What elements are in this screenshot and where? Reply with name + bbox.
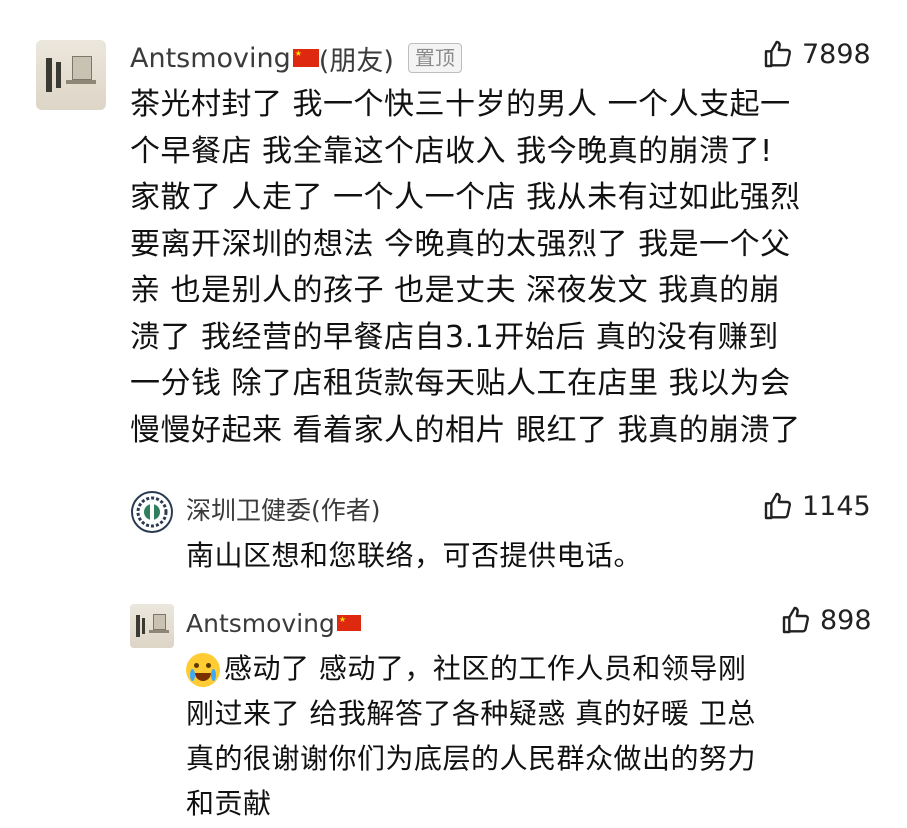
pinned-badge: 置顶 [407,43,462,73]
text-line: 茶光村封了 我一个快三十岁的男人 一个人支起一 [130,87,791,122]
like-count: 898 [820,604,872,636]
text-line: 南山区想和您联络，可否提供电话。 [186,539,643,572]
text-line: 个早餐店 我全靠这个店收入 我今晚真的崩溃了! [130,133,773,169]
text-line: 溃了 我经营的早餐店自3.1开始后 真的没有赚到 [130,319,779,355]
china-flag-icon [292,49,319,67]
text-line: 慢慢好起来 看着家人的相片 眼红了 我真的崩溃了 [130,412,801,448]
china-flag-icon [336,615,361,631]
username[interactable]: Antsmoving [130,43,291,74]
like-button[interactable]: 1145 [762,486,871,526]
like-button[interactable]: 898 [780,600,872,640]
username[interactable]: 深圳卫健委(作者) [186,491,381,527]
thumbs-up-icon [764,492,792,520]
text-line: 家散了 人走了 一个人一个店 我从未有过如此强烈 [130,180,801,215]
comment-header: 深圳卫健委(作者) [186,490,381,528]
text-line: 感动了 感动了，社区的工作人员和领导刚 [186,646,756,691]
comment-text: 南山区想和您联络，可否提供电话。 [186,534,642,578]
text-line: 刚过来了 给我解答了各种疑惑 真的好暖 卫总 [186,697,756,730]
health-commission-logo-icon[interactable] [130,490,174,534]
comment-text: 茶光村封了 我一个快三十岁的男人 一个人支起一 个早餐店 我全靠这个店收入 我今… [130,82,801,454]
thumbs-up-icon [764,40,792,68]
crying-face-emoji-icon [186,653,220,687]
text-line: 要离开深圳的想法 今晚真的太强烈了 我是一个父 [130,226,791,262]
username[interactable]: Antsmoving [186,609,335,638]
text-line: 真的很谢谢你们为底层的人民群众做出的努力 [186,742,757,775]
avatar[interactable] [36,40,106,110]
like-button[interactable]: 7898 [762,34,871,74]
thumbs-up-icon [782,606,810,634]
like-count: 1145 [802,490,871,522]
text-line: 和贡献 [186,787,272,820]
friend-tag: (朋友) [318,45,394,77]
comment-header: Antsmoving (朋友) 置顶 [130,38,462,78]
text-line: 亲 也是别人的孩子 也是丈夫 深夜发文 我真的崩 [130,273,781,308]
text-line: 一分钱 除了店租货款每天贴人工在店里 我以为会 [130,366,791,401]
avatar[interactable] [130,604,174,648]
comment-text: 感动了 感动了，社区的工作人员和领导刚 刚过来了 给我解答了各种疑惑 真的好暖 … [186,646,756,826]
like-count: 7898 [802,38,871,70]
comment-header: Antsmoving [186,604,361,642]
